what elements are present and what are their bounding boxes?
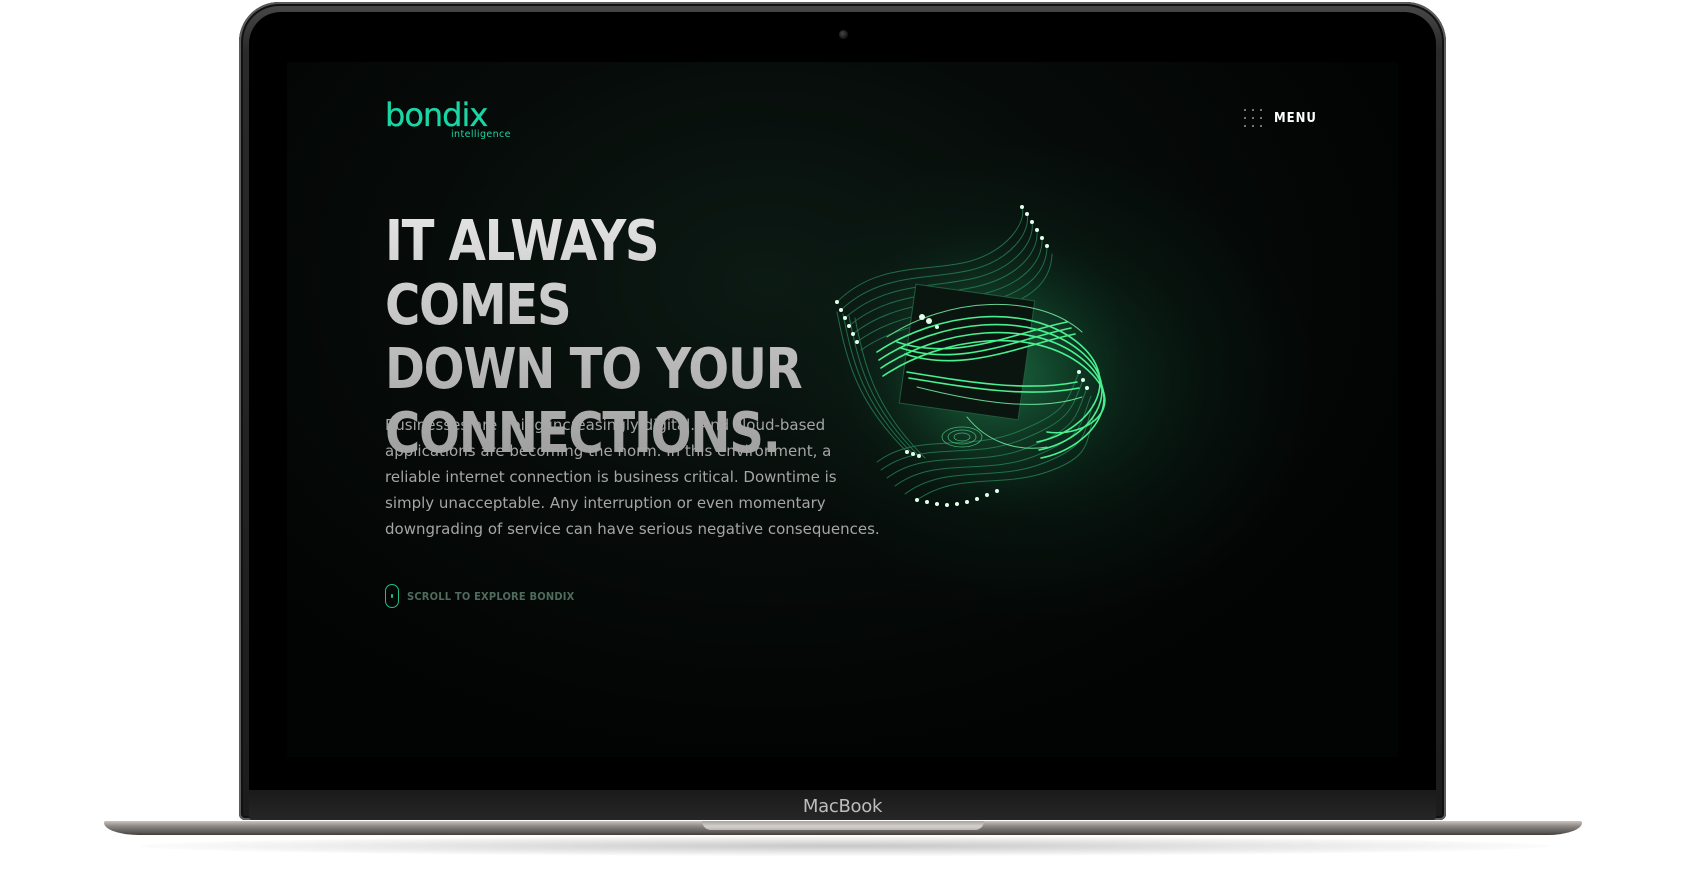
dot-grid-icon bbox=[1244, 109, 1262, 127]
logo-tagline: intelligence bbox=[451, 129, 511, 140]
logo-wordmark: bondix bbox=[385, 96, 489, 134]
device-shadow bbox=[140, 836, 1550, 856]
headline-line: IT ALWAYS COMES bbox=[385, 209, 659, 338]
mouse-icon bbox=[385, 584, 399, 608]
scroll-cta-label: SCROLL TO EXPLORE BONDIX bbox=[407, 589, 575, 603]
headline-line: DOWN TO YOUR bbox=[385, 337, 802, 402]
macbook-mockup: bondix intelligence MENU IT ALWAYS COMES… bbox=[0, 0, 1700, 889]
lid-opening-notch bbox=[702, 821, 984, 830]
macbook-label: MacBook bbox=[802, 796, 883, 817]
scroll-to-explore-link[interactable]: SCROLL TO EXPLORE BONDIX bbox=[385, 582, 574, 610]
connection-strands-illustration bbox=[835, 205, 1117, 517]
camera-icon bbox=[839, 30, 848, 39]
menu-label: MENU bbox=[1274, 110, 1317, 126]
screen-chin: MacBook bbox=[249, 790, 1436, 820]
bondix-logo[interactable]: bondix intelligence bbox=[385, 98, 515, 144]
menu-button[interactable]: MENU bbox=[1242, 106, 1317, 130]
website-screen: bondix intelligence MENU IT ALWAYS COMES… bbox=[287, 62, 1398, 757]
hero-body-text: Businesses are going increasingly digita… bbox=[385, 416, 880, 538]
